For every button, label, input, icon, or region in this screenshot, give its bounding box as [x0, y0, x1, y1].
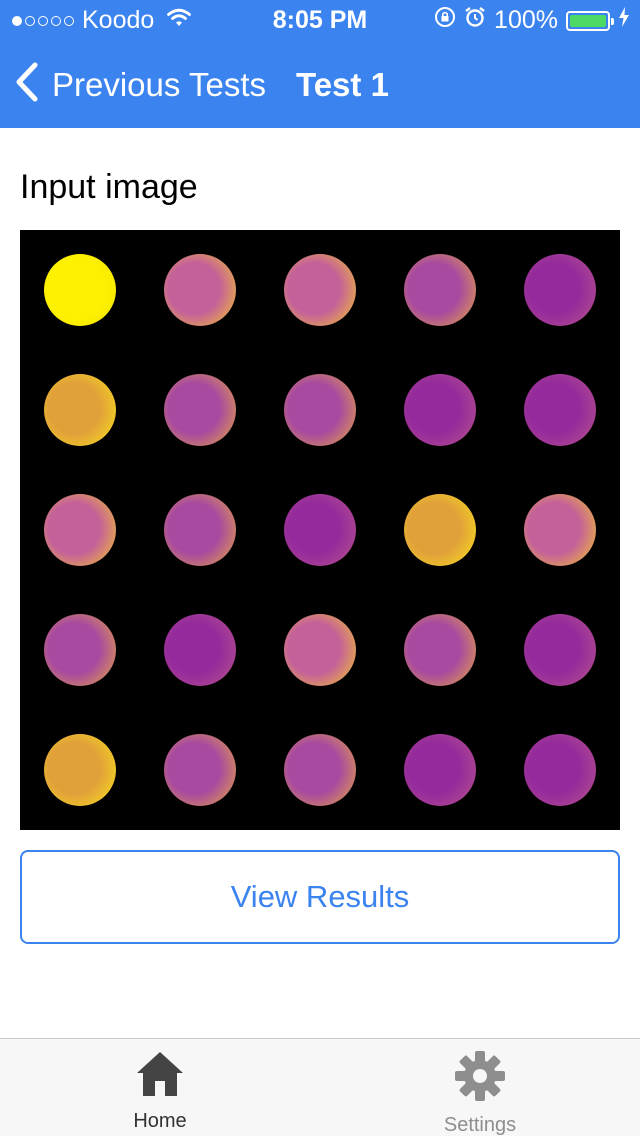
input-image	[20, 230, 620, 830]
status-right: 100%	[434, 6, 630, 35]
image-dot	[404, 494, 476, 566]
status-bar: Koodo 8:05 PM 100%	[0, 0, 640, 40]
battery-percent: 100%	[494, 6, 558, 34]
view-results-button[interactable]: View Results	[20, 850, 620, 944]
tab-home[interactable]: Home	[0, 1039, 320, 1137]
input-image-heading: Input image	[20, 168, 198, 206]
image-dot	[524, 254, 596, 326]
image-dot	[404, 374, 476, 446]
image-dot	[164, 254, 236, 326]
image-dot	[44, 614, 116, 686]
navigation-bar: Previous Tests Test 1	[0, 40, 640, 128]
image-dot	[524, 734, 596, 806]
battery-level	[570, 14, 606, 27]
image-dot	[164, 374, 236, 446]
image-dot	[524, 494, 596, 566]
gear-icon	[453, 1039, 507, 1108]
image-dot	[44, 494, 116, 566]
tab-home-label: Home	[133, 1110, 187, 1132]
image-dot	[404, 254, 476, 326]
image-dot	[44, 254, 116, 326]
tab-bar: Home Settings	[0, 1038, 640, 1136]
image-dot	[44, 734, 116, 806]
house-icon	[135, 1039, 185, 1104]
image-dot	[524, 374, 596, 446]
orientation-lock-icon	[434, 6, 456, 35]
tab-settings-label: Settings	[443, 1114, 517, 1136]
image-dot	[404, 734, 476, 806]
back-button[interactable]: Previous Tests	[14, 62, 266, 107]
back-label: Previous Tests	[52, 65, 266, 103]
header: Koodo 8:05 PM 100% Previous Tests Test 1	[0, 0, 640, 128]
image-dot	[164, 494, 236, 566]
image-dot	[404, 614, 476, 686]
image-dot	[284, 374, 356, 446]
image-dot	[284, 614, 356, 686]
image-dot	[164, 614, 236, 686]
image-dot	[44, 374, 116, 446]
image-dot	[284, 734, 356, 806]
battery-icon	[566, 10, 614, 31]
charging-icon	[618, 6, 630, 35]
image-dot	[524, 614, 596, 686]
tab-settings[interactable]: Settings	[320, 1039, 640, 1137]
image-dot	[284, 494, 356, 566]
alarm-icon	[464, 6, 486, 35]
chevron-left-icon	[14, 62, 40, 107]
image-dot	[164, 734, 236, 806]
page-title: Test 1	[296, 66, 389, 103]
image-dot	[284, 254, 356, 326]
